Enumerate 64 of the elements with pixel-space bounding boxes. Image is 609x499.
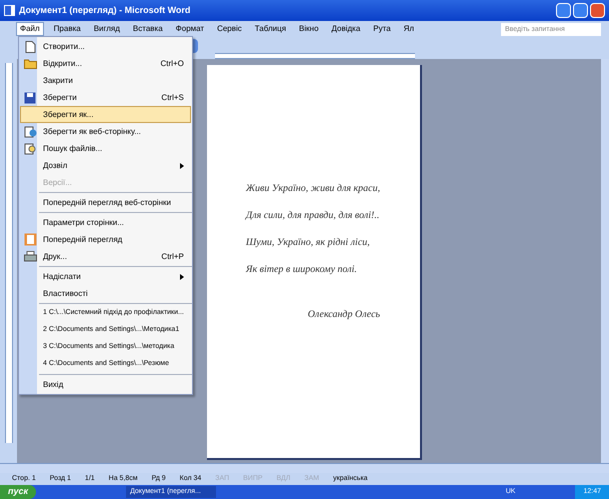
poem-author: Олександр Олесь [308,308,380,322]
file-menu-item[interactable]: Створити... [20,38,191,55]
file-menu-item[interactable]: Параметри сторінки... [20,214,191,231]
start-button[interactable]: пуск [0,485,36,499]
blank-page-icon [24,40,36,52]
menu-item-label: Пошук файлів... [43,142,102,154]
menu-item[interactable]: Довідка [328,23,364,35]
menu-item-label: Властивості [43,288,88,300]
menu-item-label: Версії... [43,176,72,188]
file-menu-item[interactable]: Надіслати [20,268,191,285]
menu-item[interactable]: Вставка [130,23,166,35]
window-title: Документ1 (перегляд) - Microsoft Word [19,4,190,17]
menu-item-label: Створити... [43,40,85,52]
poem-line: Шуми, Україно, як рідні ліси, [246,236,371,250]
folder-icon [24,58,36,69]
menu-item-label: Зберегти як веб-сторінку... [43,126,141,138]
poem-line: Для сили, для правди, для волі!.. [246,209,380,223]
file-menu-item[interactable]: Зберегти як... [20,106,191,123]
close-button[interactable] [590,3,605,18]
file-menu-item[interactable]: Попередній перегляд [20,231,191,248]
menu-item-label: Попередній перегляд [43,234,122,246]
menu-item[interactable]: Рута [370,23,394,35]
menu-item-label: Параметри сторінки... [43,216,124,228]
file-menu-item[interactable]: Зберегти Ctrl+S [20,89,191,106]
file-menu-item[interactable]: Дозвіл [20,157,191,174]
menu-item[interactable]: Формат [172,23,208,35]
menu-item[interactable]: Таблиця [252,23,290,35]
search-icon [24,142,36,154]
menu-item-label: Попередній перегляд веб-сторінки [43,196,171,208]
poem-line: Живи Україно, живи для краси, [246,182,380,196]
menu-item[interactable]: Вікно [296,23,322,35]
menu-item-label: Надіслати [43,270,81,282]
printer-icon [24,251,36,262]
menu-item-label: Зберегти як... [43,108,94,120]
shortcut-label: Ctrl+S [161,92,184,104]
maximize-button[interactable] [573,3,588,18]
file-menu-item[interactable]: Відкрити... Ctrl+O [20,55,191,72]
file-menu-item[interactable]: Закрити [20,72,191,89]
menu-item-label: Відкрити... [43,58,82,70]
file-menu-item[interactable]: Зберегти як веб-сторінку... [20,123,191,140]
menu-item[interactable]: Сервіс [214,23,245,35]
file-menu-item[interactable]: Друк... Ctrl+P [20,248,191,265]
poem-line: Як вітер в широкому полі. [246,263,358,277]
file-menu-item[interactable]: Вихід [20,376,191,393]
menu-item[interactable]: Правка [50,23,84,35]
submenu-arrow-icon [180,274,184,280]
menu-item[interactable]: Файл [16,22,44,36]
shortcut-label: Ctrl+O [160,58,184,70]
menu-item[interactable]: Вигляд [90,23,123,35]
menu-item-label: Вихід [43,378,64,390]
menu-item-label: Друк... [43,250,67,262]
file-menu-item[interactable]: Пошук файлів... [20,140,191,157]
shortcut-label: Ctrl+P [161,250,184,262]
word-document-icon [4,5,15,16]
page-preview-icon [24,233,36,246]
file-menu-item[interactable]: Властивості [20,285,191,302]
menu-item-label: Закрити [43,74,73,86]
menu-item[interactable]: Ял [400,23,418,35]
submenu-arrow-icon [180,162,184,168]
globe-page-icon [24,126,36,138]
file-menu-item[interactable]: Попередній перегляд веб-сторінки [20,194,191,211]
minimize-button[interactable] [556,3,571,18]
menu-item-label: Зберегти [43,92,77,104]
menu-item-label: Дозвіл [43,160,68,172]
